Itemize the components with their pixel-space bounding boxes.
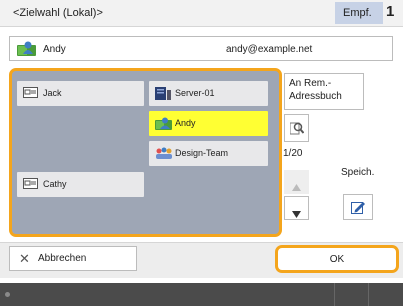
entry-label: Server-01: [175, 88, 215, 98]
entry-design-team[interactable]: Design-Team: [149, 141, 268, 166]
save-button[interactable]: [343, 194, 373, 220]
fax-icon: [23, 178, 38, 191]
status-bar: [0, 283, 403, 306]
page-indicator: 1/20: [283, 148, 303, 159]
scroll-down-button[interactable]: [284, 196, 309, 220]
selected-recipient-name: Andy: [43, 44, 66, 55]
selected-recipient-email: andy@example.net: [226, 44, 313, 55]
entry-server-01[interactable]: Server-01: [149, 81, 268, 106]
fax-icon: [23, 87, 38, 100]
user-icon: [17, 41, 37, 60]
header-bar: <Zielwahl (Lokal)> Empf. 1: [0, 0, 403, 27]
up-arrow-icon: [292, 178, 301, 196]
save-label: Speich.: [341, 167, 375, 178]
magnifier-icon: [289, 121, 305, 138]
entry-label: Cathy: [43, 179, 67, 189]
entry-label: Jack: [43, 88, 62, 98]
entry-andy[interactable]: Andy: [149, 111, 268, 136]
divider: [368, 283, 369, 306]
details-button[interactable]: [284, 114, 309, 142]
ok-button[interactable]: OK: [275, 245, 399, 273]
status-indicator-icon: [5, 292, 10, 297]
entry-label: Andy: [175, 118, 196, 128]
address-grid: Jack Server-01 Andy Design-Team Cathy: [9, 68, 282, 237]
remote-addressbook-button[interactable]: An Rem.-Adressbuch: [284, 73, 364, 110]
edit-icon: [351, 200, 366, 217]
group-icon: [155, 147, 173, 161]
down-arrow-icon: [292, 205, 301, 223]
server-icon: [155, 87, 171, 102]
recipient-count: 1: [386, 3, 395, 20]
close-icon: ✕: [19, 251, 30, 266]
cancel-label: Abbrechen: [38, 253, 87, 264]
page-title: <Zielwahl (Lokal)>: [13, 7, 103, 19]
scroll-up-button[interactable]: [284, 170, 309, 194]
entry-cathy[interactable]: Cathy: [17, 172, 144, 197]
user-icon: [155, 117, 173, 133]
cancel-button[interactable]: ✕ Abbrechen: [9, 246, 137, 271]
entry-jack[interactable]: Jack: [17, 81, 144, 106]
entry-label: Design-Team: [175, 148, 229, 158]
recipient-tab[interactable]: Empf.: [335, 2, 383, 24]
selected-recipient-row[interactable]: Andy andy@example.net: [9, 36, 393, 61]
divider: [334, 283, 335, 306]
